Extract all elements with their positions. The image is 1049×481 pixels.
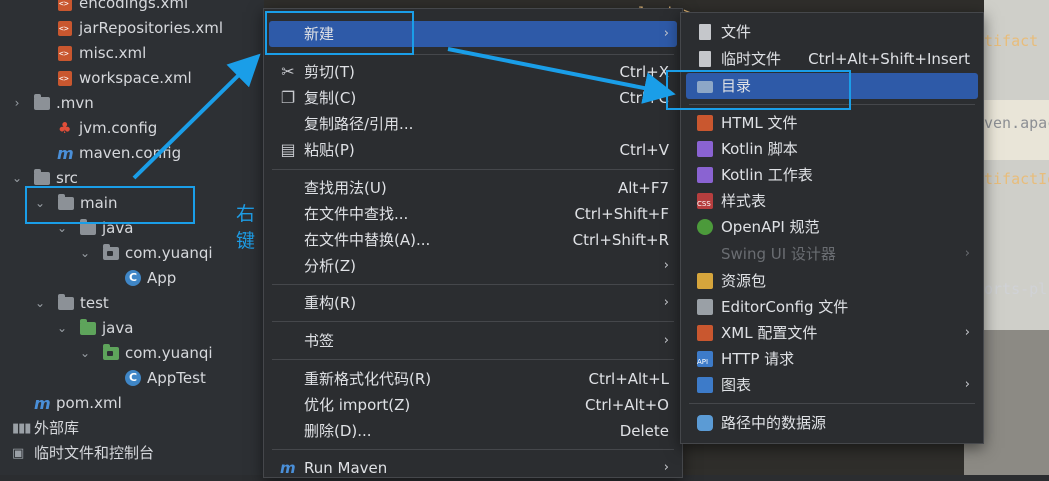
xml-file-icon	[58, 0, 72, 11]
chevron-down-icon[interactable]: ⌄	[78, 341, 92, 366]
submenu-item-resource-bundle[interactable]: 资源包	[686, 268, 978, 294]
test-folder-icon	[80, 319, 96, 335]
menu-item-reformat-code[interactable]: 重新格式化代码(R) Ctrl+Alt+L	[269, 366, 677, 392]
submenu-item-file[interactable]: 文件	[686, 19, 978, 45]
paste-icon: ▤	[280, 140, 296, 159]
chevron-down-icon[interactable]: ⌄	[10, 166, 24, 191]
chevron-right-icon: ›	[663, 460, 669, 475]
code-line: tifactId	[984, 170, 1049, 188]
menu-item-optimize-imports[interactable]: 优化 import(Z) Ctrl+Alt+O	[269, 392, 677, 418]
code-line: orts-pl	[984, 280, 1048, 298]
folder-icon	[34, 169, 50, 185]
package-icon	[103, 244, 119, 260]
chevron-right-icon: ›	[964, 377, 970, 392]
menu-item-find-usages[interactable]: 查找用法(U) Alt+F7	[269, 175, 677, 201]
menu-item-copy-path[interactable]: 复制路径/引用...	[269, 111, 677, 137]
code-line: tifact	[984, 32, 1039, 50]
config-file-icon: ♣	[58, 119, 72, 137]
chevron-down-icon[interactable]: ⌄	[78, 241, 92, 266]
file-icon	[699, 24, 711, 40]
resource-bundle-icon	[697, 273, 713, 289]
folder-icon	[34, 94, 50, 110]
chevron-right-icon: ›	[663, 333, 669, 348]
editorconfig-icon	[697, 299, 713, 315]
library-icon: ▮▮▮	[12, 421, 31, 436]
menu-item-copy[interactable]: ❐ 复制(C) Ctrl+C	[269, 85, 677, 111]
chevron-right-icon: ›	[964, 325, 970, 340]
chevron-right-icon: ›	[663, 258, 669, 273]
submenu-item-diagram[interactable]: 图表 ›	[686, 372, 978, 398]
menu-item-refactor[interactable]: 重构(R) ›	[269, 290, 677, 316]
menu-item-analyze[interactable]: 分析(Z) ›	[269, 253, 677, 279]
menu-item-bookmarks[interactable]: 书签 ›	[269, 328, 677, 354]
submenu-item-openapi[interactable]: OpenAPI 规范	[686, 214, 978, 240]
datasource-icon	[697, 415, 713, 431]
chevron-down-icon[interactable]: ⌄	[33, 291, 47, 316]
chevron-down-icon[interactable]: ⌄	[55, 316, 69, 341]
xml-file-icon	[58, 46, 72, 61]
annotation-box-new	[265, 11, 414, 55]
class-icon	[125, 370, 141, 386]
maven-icon: m	[34, 394, 51, 413]
submenu-item-html-file[interactable]: HTML 文件	[686, 110, 978, 136]
submenu-item-scratch-file[interactable]: 临时文件 Ctrl+Alt+Shift+Insert	[686, 46, 978, 72]
annotation-right-click-label: 右键	[236, 203, 256, 252]
submenu-item-http-request[interactable]: HTTP 请求	[686, 346, 978, 372]
menu-item-paste[interactable]: ▤ 粘贴(P) Ctrl+V	[269, 137, 677, 163]
submenu-item-xml-config[interactable]: XML 配置文件 ›	[686, 320, 978, 346]
scissors-icon: ✂	[281, 62, 295, 81]
scratch-icon: ▣	[12, 446, 25, 461]
menu-item-find-in-files[interactable]: 在文件中查找... Ctrl+Shift+F	[269, 201, 677, 227]
kotlin-script-icon	[697, 141, 713, 157]
chevron-right-icon: ›	[964, 246, 970, 261]
xml-file-icon	[58, 21, 72, 36]
xml-config-icon	[697, 325, 713, 341]
menu-separator	[272, 321, 674, 322]
menu-separator	[272, 449, 674, 450]
context-menu: 新建 › ✂ 剪切(T) Ctrl+X ❐ 复制(C) Ctrl+C 复制路径/…	[263, 8, 683, 478]
menu-item-run-maven[interactable]: m Run Maven ›	[269, 455, 677, 481]
chevron-right-icon: ›	[663, 295, 669, 310]
openapi-icon	[697, 219, 713, 235]
menu-separator	[689, 403, 975, 404]
http-request-icon	[697, 351, 713, 367]
maven-icon: m	[57, 144, 74, 163]
chevron-right-icon: ›	[663, 26, 669, 41]
package-icon	[103, 344, 119, 360]
menu-item-cut[interactable]: ✂ 剪切(T) Ctrl+X	[269, 59, 677, 85]
submenu-item-stylesheet[interactable]: 样式表	[686, 188, 978, 214]
menu-separator	[272, 284, 674, 285]
submenu-item-kotlin-script[interactable]: Kotlin 脚本	[686, 136, 978, 162]
folder-icon	[58, 294, 74, 310]
class-icon	[125, 270, 141, 286]
menu-item-delete[interactable]: 删除(D)... Delete	[269, 418, 677, 444]
submenu-item-kotlin-worksheet[interactable]: Kotlin 工作表	[686, 162, 978, 188]
menu-separator	[272, 359, 674, 360]
maven-icon: m	[280, 459, 296, 477]
annotation-box-directory	[666, 70, 851, 110]
diagram-icon	[697, 377, 713, 393]
menu-separator	[272, 169, 674, 170]
menu-item-replace-in-files[interactable]: 在文件中替换(A)... Ctrl+Shift+R	[269, 227, 677, 253]
xml-file-icon	[58, 71, 72, 86]
copy-icon: ❐	[280, 88, 296, 107]
css-icon	[697, 193, 713, 209]
code-line: ven.apac	[984, 114, 1049, 132]
annotation-box-main	[25, 186, 195, 224]
submenu-item-swing-ui-designer: Swing UI 设计器 ›	[686, 241, 978, 267]
scratch-file-icon	[699, 51, 711, 67]
submenu-item-editorconfig[interactable]: EditorConfig 文件	[686, 294, 978, 320]
kotlin-worksheet-icon	[697, 167, 713, 183]
submenu-item-datasource[interactable]: 路径中的数据源	[686, 410, 978, 436]
project-tree: encodings.xml jarRepositories.xml misc.x…	[0, 0, 264, 475]
html-file-icon	[697, 115, 713, 131]
chevron-right-icon[interactable]: ›	[10, 91, 24, 116]
